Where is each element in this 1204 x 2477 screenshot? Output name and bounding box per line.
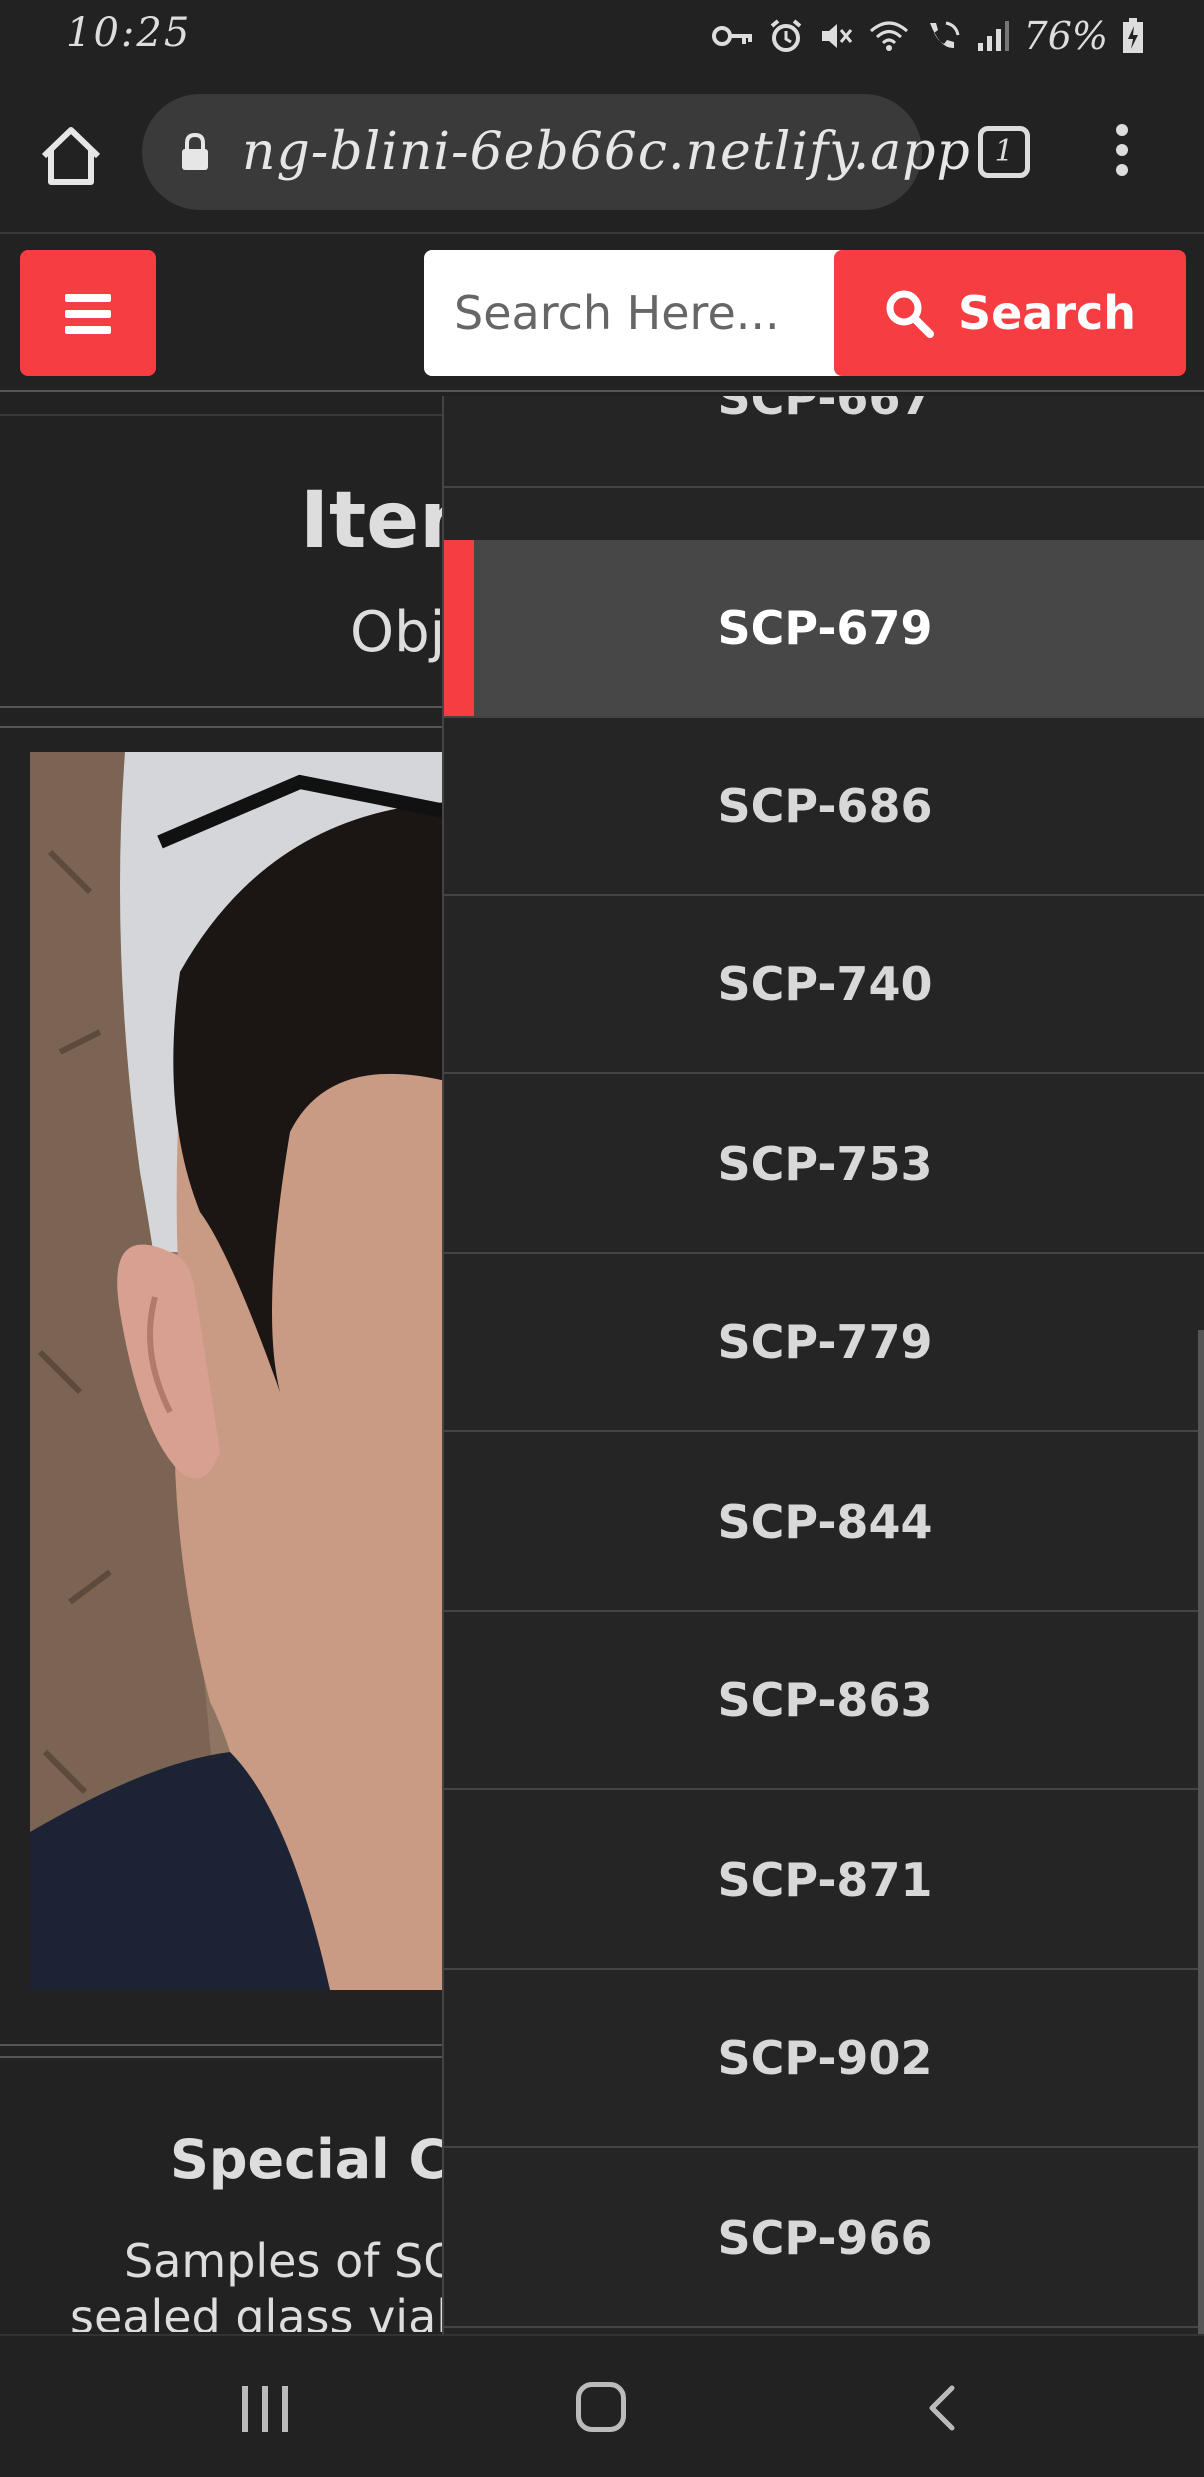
browser-menu-icon[interactable] [1108, 124, 1136, 184]
site-header: Search [0, 234, 1204, 392]
home-icon[interactable] [36, 122, 106, 192]
status-icons: 76% [711, 14, 1144, 58]
special-containment-title: Special Co [170, 2128, 486, 2191]
item-photo [30, 752, 450, 1990]
battery-percentage: 76% [1023, 14, 1108, 58]
dropdown-item[interactable]: SCP-779 [444, 1254, 1204, 1432]
alarm-icon [770, 19, 801, 52]
recent-apps-icon[interactable] [240, 2386, 290, 2432]
dropdown-item[interactable]: SCP-740 [444, 896, 1204, 1074]
system-nav-bar [0, 2334, 1204, 2477]
search-icon [886, 290, 934, 338]
wifi-calling-icon [929, 21, 960, 49]
home-nav-icon[interactable] [576, 2382, 626, 2432]
hamburger-menu-button[interactable] [20, 250, 156, 376]
special-containment-text: Samples of SC [124, 2234, 456, 2288]
dropdown-item[interactable]: SCP-863 [444, 1612, 1204, 1790]
tab-switcher-button[interactable]: 1 [978, 126, 1030, 178]
dropdown-scrollbar[interactable] [1198, 1330, 1204, 2334]
lock-icon [182, 132, 208, 170]
browser-toolbar: ng-blini-6eb66c.netlify.app 1 [0, 72, 1204, 234]
search-input[interactable] [424, 250, 844, 376]
key-icon [711, 26, 752, 46]
object-class: Obj [350, 600, 446, 665]
dropdown-item[interactable]: SCP-871 [444, 1792, 1204, 1970]
url-text: ng-blini-6eb66c.netlify.app [242, 122, 971, 182]
back-icon[interactable] [920, 2384, 964, 2432]
status-time: 10:25 [66, 10, 192, 56]
dropdown-item[interactable]: SCP-966 [444, 2150, 1204, 2328]
dropdown-item[interactable]: SCP-844 [444, 1434, 1204, 1612]
mute-icon [821, 24, 852, 48]
wifi-icon [869, 21, 908, 51]
dropdown-item[interactable]: SCP-902 [444, 1970, 1204, 2148]
dropdown-item[interactable]: SCP-753 [444, 1076, 1204, 1254]
battery-charging-icon [1123, 18, 1143, 53]
status-bar: 10:25 76% [0, 0, 1204, 72]
scp-dropdown-menu[interactable]: SCP-667 SCP-679 SCP-686 SCP-740 SCP-753 … [442, 396, 1204, 2334]
address-bar[interactable]: ng-blini-6eb66c.netlify.app [142, 94, 970, 210]
search-button[interactable]: Search [834, 250, 1186, 376]
search-button-label: Search [957, 286, 1137, 340]
dropdown-item[interactable]: SCP-686 [444, 718, 1204, 896]
dropdown-item-active[interactable]: SCP-679 [444, 540, 1204, 718]
signal-icon [977, 21, 1009, 51]
special-containment-text-2: sealed glass vial [70, 2290, 450, 2332]
dropdown-item[interactable]: SCP-667 [444, 396, 1204, 488]
